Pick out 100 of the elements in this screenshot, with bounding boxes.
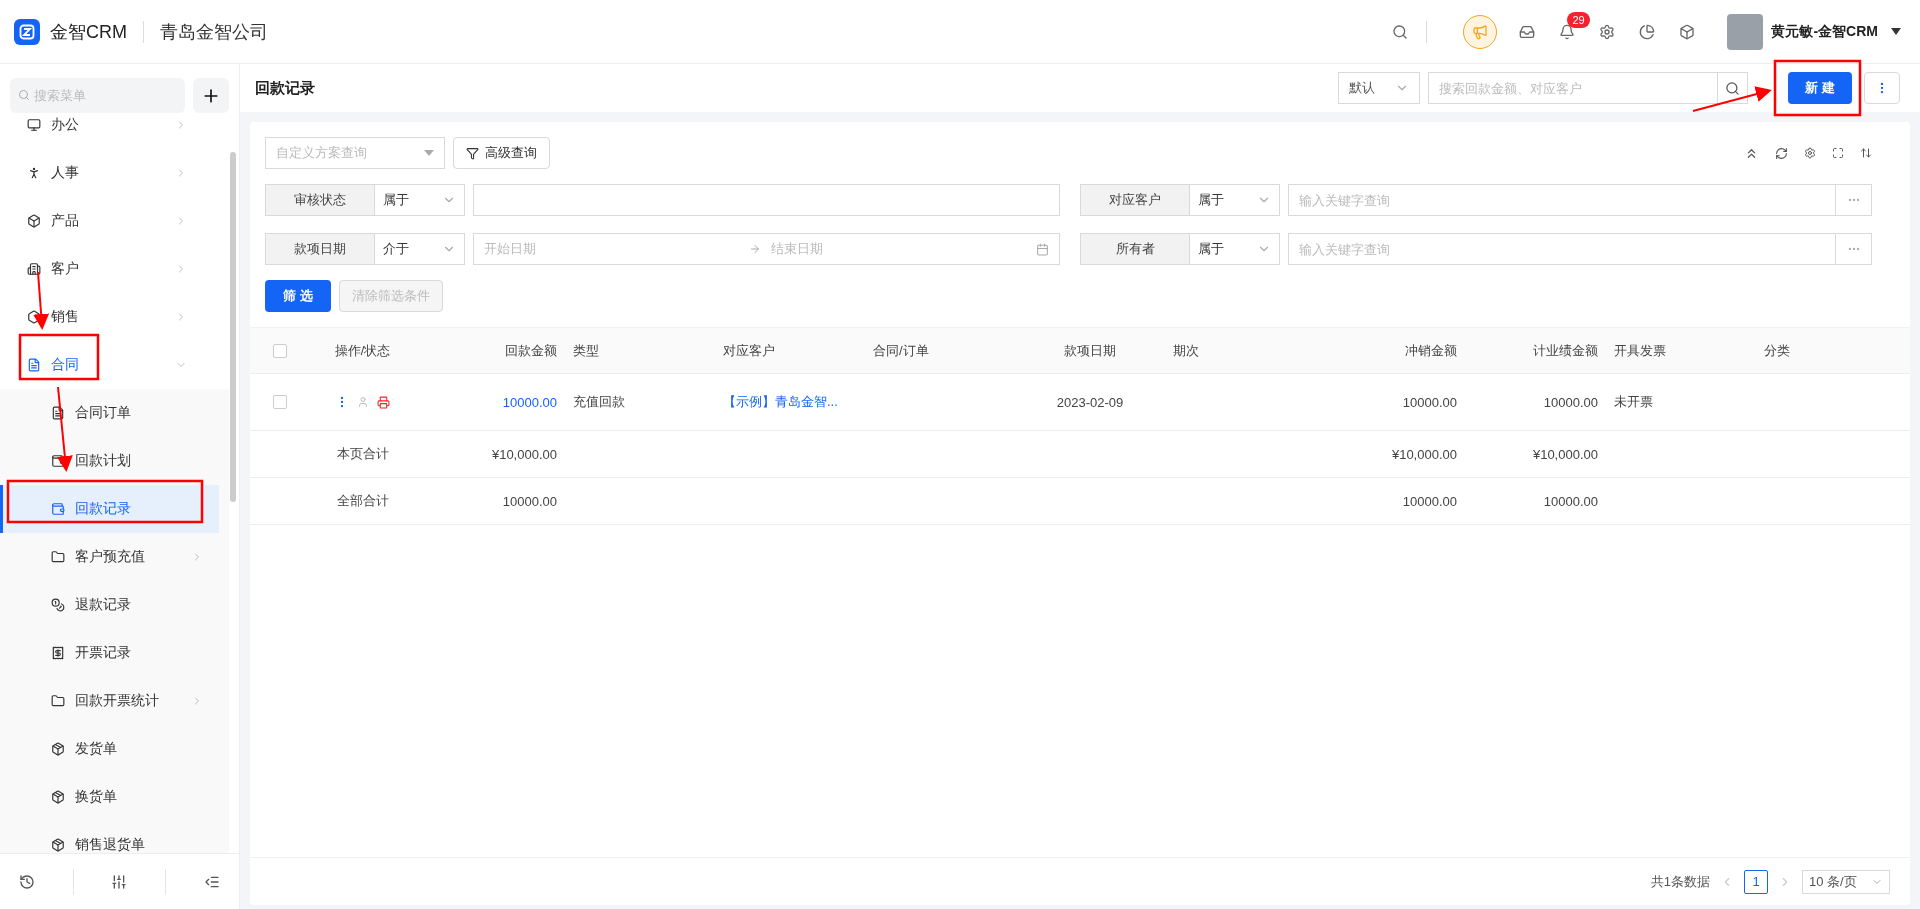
condition-label: 款项日期 <box>265 233 375 265</box>
customer-link[interactable]: 【示例】青岛金智... <box>715 393 865 411</box>
avatar-placeholder[interactable] <box>1727 13 1764 50</box>
page-title: 回款记录 <box>255 78 316 98</box>
condition-label: 审核状态 <box>265 184 375 216</box>
fullscreen-icon[interactable] <box>1832 147 1844 159</box>
package-icon <box>51 742 65 756</box>
total-label: 本页合计 <box>335 445 390 463</box>
folder-icon <box>51 550 65 564</box>
menu-item[interactable]: 发货单 <box>0 725 219 773</box>
column-header: 计业绩金额 <box>1532 341 1599 360</box>
table-cell-text: 10000.00 <box>1401 394 1458 410</box>
menu-search-field[interactable]: 搜索菜单 <box>10 78 185 113</box>
logo-icon <box>14 18 40 45</box>
folder-icon <box>51 694 65 708</box>
sliders-icon[interactable] <box>111 873 128 890</box>
operator-select[interactable]: 属于 <box>375 184 465 216</box>
new-button[interactable]: 新 建 <box>1788 72 1852 104</box>
add-button[interactable] <box>193 78 229 113</box>
calendar-icon <box>1036 242 1049 256</box>
menu-item[interactable]: 退款记录 <box>0 581 219 629</box>
building-icon <box>27 262 41 276</box>
menu-item[interactable]: 合同 <box>0 341 229 389</box>
total-count: 共1条数据 <box>1650 872 1710 891</box>
column-header: 期次 <box>1172 341 1200 360</box>
hexagon-icon <box>27 310 41 324</box>
page-size-select[interactable]: 10 条/页 <box>1802 869 1890 894</box>
coins-icon <box>51 598 65 612</box>
table-cell-text: 2023-02-09 <box>1055 394 1125 410</box>
menu-item[interactable]: 回款记录 <box>0 485 219 533</box>
filter-icon <box>466 146 479 160</box>
operator-select[interactable]: 属于 <box>1190 233 1280 265</box>
package-icon <box>51 838 65 852</box>
total-label: 全部合计 <box>335 492 390 510</box>
menu-item[interactable]: 客户 <box>0 245 229 293</box>
document-icon <box>51 406 65 420</box>
filter-button[interactable]: 筛 选 <box>265 280 331 312</box>
table-cell-text: ¥10,000.00 <box>490 446 558 462</box>
brand-name: 金智CRM <box>50 20 127 44</box>
menu-item[interactable]: 换货单 <box>0 773 219 821</box>
search-input[interactable]: 搜索回款金额、对应客户 <box>1428 72 1718 104</box>
keyword-input[interactable]: 输入关键字查询 <box>1288 184 1836 216</box>
value-input[interactable] <box>473 184 1060 216</box>
annotation-arrow <box>33 271 50 330</box>
menu-item[interactable]: 合同订单 <box>0 389 219 437</box>
menu-item[interactable]: 人事 <box>0 149 229 197</box>
company-name: 青岛金智公司 <box>160 20 268 44</box>
menu-item[interactable]: 回款开票统计 <box>0 677 219 725</box>
menu-item[interactable]: 客户预充值 <box>0 533 219 581</box>
history-icon[interactable] <box>18 873 35 890</box>
monitor-icon <box>27 118 41 132</box>
search-button[interactable] <box>1718 72 1748 104</box>
refresh-icon[interactable] <box>1775 146 1788 160</box>
user-name[interactable]: 黄元敏-金智CRM <box>1771 22 1878 41</box>
amount-link[interactable]: 10000.00 <box>415 394 565 410</box>
notification-badge: 29 <box>1567 11 1590 28</box>
column-header: 冲销金额 <box>1404 341 1458 360</box>
table-cell-text: ¥10,000.00 <box>1531 446 1599 462</box>
table-cell-text: 10000.00 <box>1542 394 1599 410</box>
keyword-input[interactable]: 输入关键字查询 <box>1288 233 1836 265</box>
menu-item[interactable]: 开票记录 <box>0 629 219 677</box>
column-header: 款项日期 <box>1063 341 1117 360</box>
table-cell-text: 充值回款 <box>572 393 626 411</box>
column-header: 对应客户 <box>722 341 776 360</box>
search-icon <box>1725 80 1740 96</box>
advanced-query-button[interactable]: 高级查询 <box>453 137 550 169</box>
wallet-icon <box>51 454 65 468</box>
table-cell-text: 10000.00 <box>501 493 558 509</box>
checkbox[interactable] <box>273 343 287 358</box>
view-select[interactable]: 默认 <box>1338 72 1420 104</box>
page-number[interactable]: 1 <box>1744 869 1768 894</box>
document-icon <box>27 358 41 372</box>
column-header: 开具发票 <box>1613 341 1667 360</box>
search-icon <box>18 89 30 101</box>
column-header: 类型 <box>572 341 600 360</box>
condition-label: 对应客户 <box>1080 184 1190 216</box>
sort-icon[interactable] <box>1860 147 1872 159</box>
cube-icon <box>27 214 41 228</box>
receipt-icon <box>51 646 65 660</box>
table-cell-text: ¥10,000.00 <box>1390 446 1458 462</box>
checkbox[interactable] <box>273 395 287 409</box>
scrollbar[interactable] <box>230 152 236 502</box>
condition-label: 所有者 <box>1080 233 1190 265</box>
column-header: 分类 <box>1763 341 1791 360</box>
operator-select[interactable]: 属于 <box>1190 184 1280 216</box>
column-header: 操作/状态 <box>333 341 392 360</box>
printer-icon[interactable] <box>377 395 390 409</box>
table-cell-text: 未开票 <box>1613 393 1654 411</box>
column-header: 回款金额 <box>504 341 558 360</box>
operator-select[interactable]: 介于 <box>375 233 465 265</box>
package-icon <box>51 790 65 804</box>
menu-item[interactable]: 销售退货单 <box>0 821 219 853</box>
arrow-right-icon <box>749 243 761 255</box>
menu-item[interactable]: 产品 <box>0 197 229 245</box>
menu-item[interactable]: 回款计划 <box>0 437 219 485</box>
wallet-icon <box>51 502 65 516</box>
menu-item[interactable]: 销售 <box>0 293 229 341</box>
table-cell-text: 10000.00 <box>1401 493 1458 509</box>
column-header: 合同/订单 <box>872 341 930 360</box>
settings-icon[interactable] <box>1804 147 1816 159</box>
